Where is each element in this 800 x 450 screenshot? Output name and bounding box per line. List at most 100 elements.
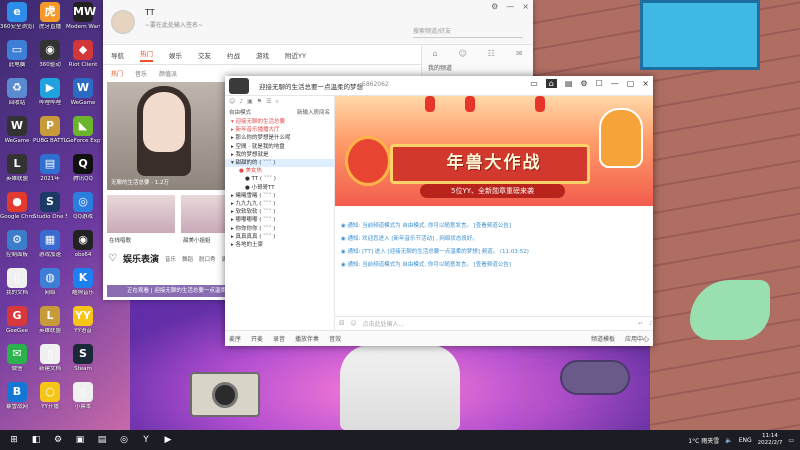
sub-tab[interactable]: 热门: [111, 69, 123, 78]
channel-search[interactable]: 新输入房间名: [297, 108, 330, 118]
channel-item[interactable]: ● 美女热: [225, 167, 334, 175]
sidebar-tool-icon[interactable]: ▣: [247, 98, 253, 106]
channel-item[interactable]: ▸ 那么你的梦想是什么呢: [225, 134, 334, 142]
desktop-icon[interactable]: L 英雄联盟: [0, 154, 34, 183]
desktop-icon[interactable]: ✉ 微信: [0, 344, 34, 373]
bottom-bar-button[interactable]: 麦序: [229, 334, 241, 343]
room-tool-button[interactable]: ▭: [530, 79, 538, 88]
sidebar-tool-icon[interactable]: ☺: [229, 98, 235, 106]
emoji-icon[interactable]: ☺: [350, 320, 356, 327]
desktop-icon[interactable]: ◍ 网络: [33, 268, 67, 297]
desktop-icon[interactable]: ▤ 2021年: [33, 154, 67, 183]
notification-icon[interactable]: ▭: [788, 437, 794, 444]
window-control-button[interactable]: —: [506, 2, 514, 11]
desktop-icon[interactable]: ◆ Riot Client: [66, 40, 100, 69]
taskbar-app-icon[interactable]: ▣: [72, 433, 88, 447]
desktop-icon[interactable]: ▦ 游戏加速: [33, 230, 67, 259]
desktop-icon[interactable]: ◣ GeForce Experience: [66, 116, 100, 145]
channel-item[interactable]: ▸ 真真真真 ( ˘˘˘ ): [225, 233, 334, 241]
desktop-icon[interactable]: W WeGame: [0, 116, 34, 145]
bottom-bar-button[interactable]: 音效: [329, 334, 341, 343]
room-tool-button[interactable]: ☐: [596, 79, 603, 88]
desktop-icon[interactable]: Q 腾讯QQ: [66, 154, 100, 183]
desktop-icon[interactable]: K 酷狗音乐: [66, 268, 100, 297]
section-link[interactable]: 舞蹈: [182, 255, 193, 263]
room-tool-button[interactable]: ▤: [565, 79, 573, 88]
event-banner[interactable]: 年兽大作战 5位YY、全新勋章重磅来袭: [335, 96, 653, 206]
main-tab[interactable]: 约战: [227, 50, 240, 60]
sidebar-tool-icon[interactable]: ⚑: [257, 98, 262, 106]
sidebar-tool-icon[interactable]: ♪: [239, 98, 243, 106]
main-tab[interactable]: 导航: [111, 50, 124, 60]
main-tab[interactable]: 热门: [140, 48, 153, 62]
desktop-icon[interactable]: ▭ 此电脑: [0, 40, 34, 69]
send-icon[interactable]: ↵: [638, 320, 643, 327]
desktop-icon[interactable]: L 英雄联盟: [33, 306, 67, 335]
window-control-button[interactable]: ⚙: [491, 2, 498, 11]
main-tab[interactable]: 游戏: [256, 50, 269, 60]
search-input[interactable]: 搜索频道/好友: [413, 26, 523, 38]
desktop-icon[interactable]: P PUBG BATTLEGR.: [33, 116, 67, 145]
room-tool-button[interactable]: ⚙: [580, 79, 587, 88]
main-tab[interactable]: 附近YY: [285, 50, 306, 60]
channel-item[interactable]: ▸ 新年音乐播播大厅: [225, 126, 334, 134]
sidebar-tool-icon[interactable]: ⌕: [276, 98, 279, 106]
desktop-icon[interactable]: YY YY语音: [66, 306, 100, 335]
desktop-icon[interactable]: ♻ 回收站: [0, 78, 34, 107]
home-icon[interactable]: ⌂: [432, 49, 437, 58]
desktop-icon[interactable]: ▯ 新建文档: [33, 344, 67, 373]
channel-item[interactable]: ▸ 九九九九 ( ˘˘˘ ): [225, 200, 334, 208]
channel-item[interactable]: ▾ 甜甜的的 ( ˘˘˘ ): [225, 159, 334, 168]
channel-item[interactable]: ▾ 迎接无聊的生活总要: [225, 118, 334, 126]
bottom-bar-button[interactable]: 播放伴奏: [295, 334, 319, 343]
my-channels[interactable]: 我的频道: [422, 58, 533, 77]
room-window[interactable]: 迎接无聊的生活总要一点温柔的梦想 5862062 ▭ ⌂ ▤ ⚙ ☐ — ▢ × ☺ ♪ ▣ ⚑ ☰ ⌕…: [225, 76, 653, 346]
room-tool-button[interactable]: ×: [642, 79, 649, 88]
desktop-icon[interactable]: ◎ QQ游戏: [66, 192, 100, 221]
room-tool-button[interactable]: —: [611, 79, 619, 88]
desktop-icon[interactable]: ▶ 哔哩哔哩: [33, 78, 67, 107]
avatar[interactable]: [111, 10, 135, 34]
desktop-icon[interactable]: ◉ 360驱动: [33, 40, 67, 69]
channel-item[interactable]: ▸ 嘟嘟嘟嘟 ( ˘˘˘ ): [225, 216, 334, 224]
desktop-icon[interactable]: W WeGame: [66, 78, 100, 107]
windows-start-icon[interactable]: ⊞: [6, 433, 22, 447]
channel-item[interactable]: ▸ 各地的土豪: [225, 241, 334, 249]
mode-selector[interactable]: 自由模式: [229, 108, 251, 118]
desktop-icon[interactable]: ▯ 我的文档: [0, 268, 34, 297]
channel-item[interactable]: ▸ 你你你你 ( ˘˘˘ ): [225, 225, 334, 233]
room-tool-button[interactable]: ▢: [627, 79, 635, 88]
sub-tab[interactable]: 音乐: [135, 69, 147, 78]
bottom-bar-button[interactable]: 应用中心: [625, 334, 649, 343]
section-link[interactable]: 脱口秀: [199, 255, 216, 263]
desktop-icon[interactable]: ▯ 小票本: [66, 382, 100, 411]
steam-icon[interactable]: ⚙: [50, 433, 66, 447]
channel-item[interactable]: ▸ 我的梦想就是: [225, 151, 334, 159]
group-icon[interactable]: ☷: [488, 49, 495, 58]
desktop-icon[interactable]: G GeeGee: [0, 306, 34, 335]
user-signature[interactable]: ~要在此处输入签名~: [145, 20, 203, 29]
channel-item[interactable]: ● TT ( ˘˘˘ ): [225, 175, 334, 183]
taskbar-app-icon[interactable]: ▤: [94, 433, 110, 447]
gamepad-icon[interactable]: ⚄: [339, 320, 344, 327]
clock[interactable]: 11:14 2022/2/7: [758, 433, 783, 447]
room-tool-button[interactable]: ⌂: [545, 79, 557, 88]
desktop-icon[interactable]: ⚙ 控制面板: [0, 230, 34, 259]
mic-icon[interactable]: ♪: [649, 320, 653, 327]
channel-item[interactable]: ▸ 软软软软 ( ˘˘˘ ): [225, 208, 334, 216]
chat-icon[interactable]: ✉: [516, 49, 523, 58]
bottom-bar-button[interactable]: 开麦: [251, 334, 263, 343]
weather[interactable]: 1°C 雨夹雪: [688, 436, 719, 445]
desktop-icon[interactable]: 虎虎牙直播: [33, 2, 67, 31]
stream-preview[interactable]: 无聊的生活总要 · 1.2万: [107, 82, 225, 190]
thumb-card-1[interactable]: [107, 195, 175, 233]
sidebar-tool-icon[interactable]: ☰: [266, 98, 271, 106]
desktop-icon[interactable]: S Studio One 5: [33, 192, 67, 221]
window-control-button[interactable]: ×: [522, 2, 529, 11]
channel-item[interactable]: ▸ 曦曦雪曦 ( ˘˘˘ ): [225, 192, 334, 200]
desktop-icon[interactable]: e 360安全浏览器: [0, 2, 34, 31]
volume-icon[interactable]: 🔈: [725, 437, 732, 444]
main-tab[interactable]: 交友: [198, 50, 211, 60]
bottom-bar-button[interactable]: 频道模板: [591, 334, 615, 343]
desktop-icon[interactable]: ◉ obs64: [66, 230, 100, 259]
